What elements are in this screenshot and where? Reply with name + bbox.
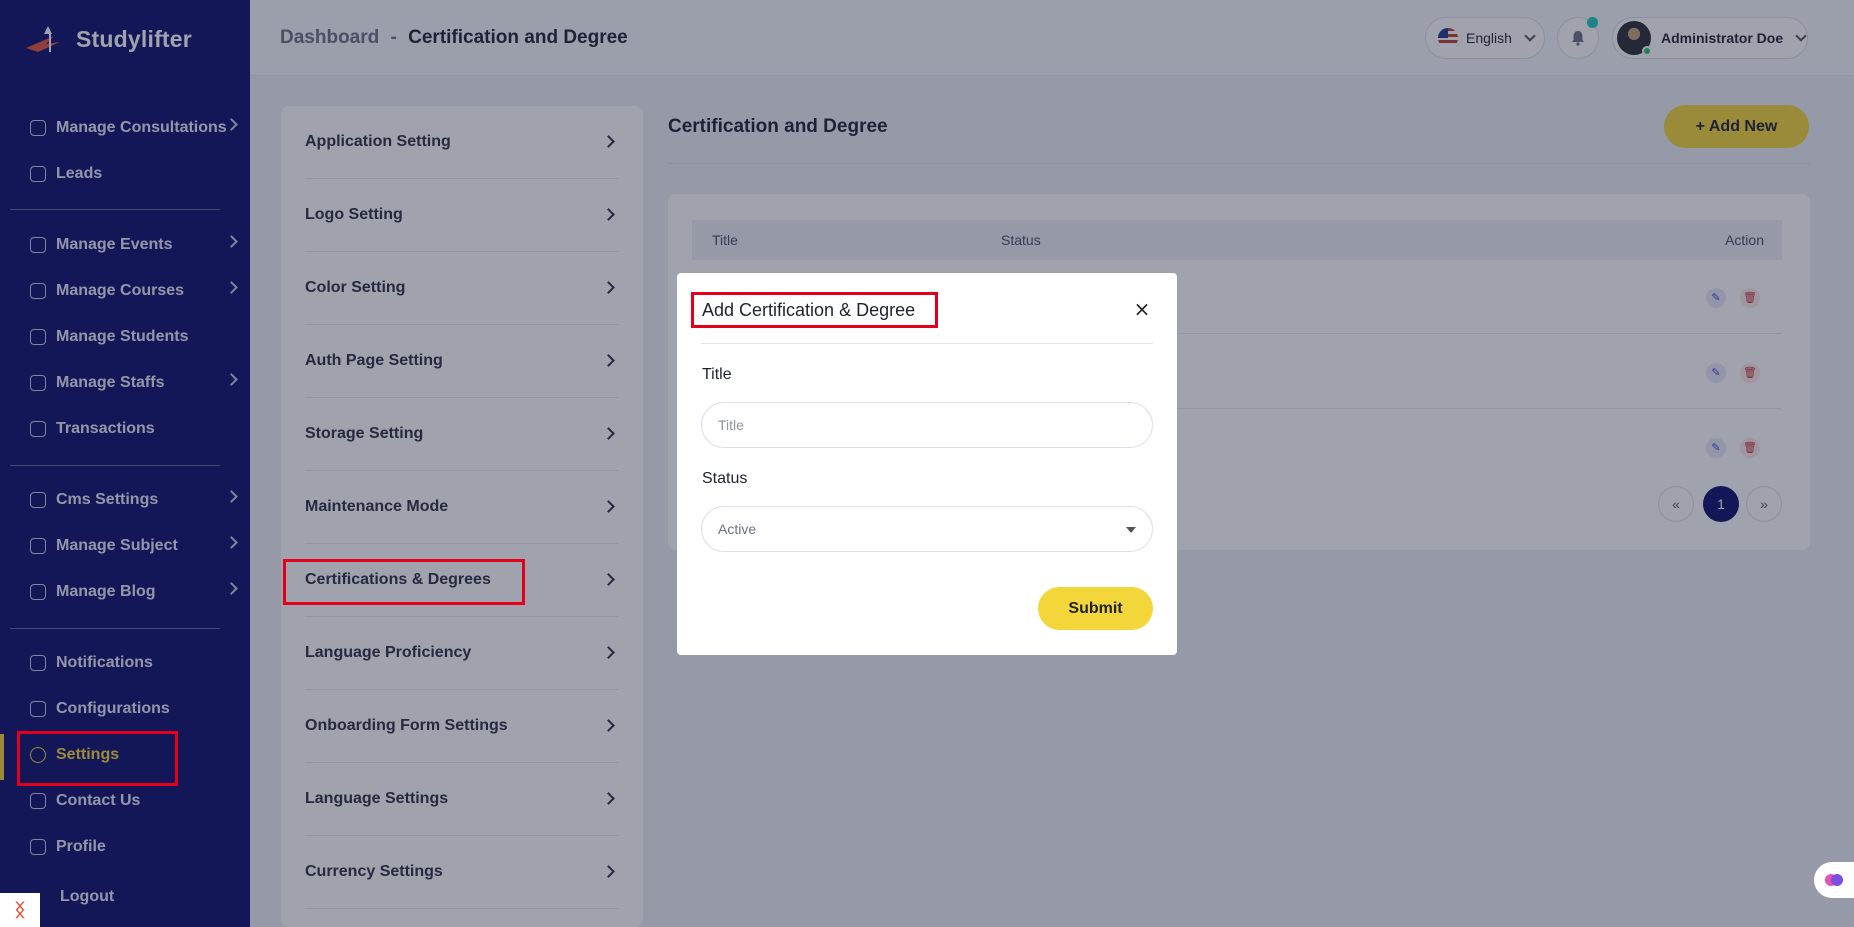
title-input[interactable] xyxy=(701,402,1153,448)
status-field-label: Status xyxy=(702,470,748,487)
submit-button[interactable]: Submit xyxy=(1038,587,1153,630)
modal-divider xyxy=(701,343,1153,344)
brain-icon xyxy=(1825,874,1843,886)
status-select-value: Active xyxy=(718,521,757,537)
highlight-certifications-item xyxy=(283,559,525,605)
status-select[interactable]: Active xyxy=(701,506,1153,552)
caret-down-icon xyxy=(1126,527,1136,533)
brain-widget-icon[interactable] xyxy=(1814,862,1854,898)
title-field-label: Title xyxy=(702,366,732,383)
highlight-modal-title xyxy=(691,292,938,328)
highlight-settings-item xyxy=(17,731,178,786)
close-button[interactable]: × xyxy=(1129,296,1155,322)
laravel-logo-icon[interactable]: ᛝ xyxy=(0,893,40,927)
add-certification-modal: Add Certification & Degree × Title Statu… xyxy=(677,273,1177,655)
